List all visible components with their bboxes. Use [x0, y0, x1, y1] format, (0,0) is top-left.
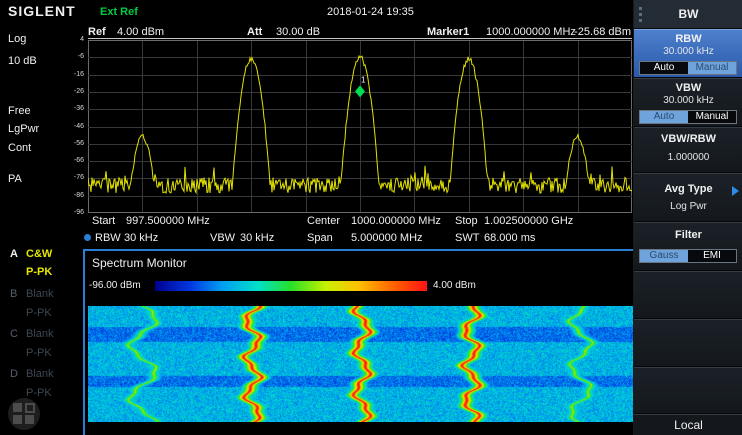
vbw-label: VBW	[634, 82, 742, 95]
filter-gauss-option[interactable]: Gauss	[640, 250, 688, 262]
center-freq-value[interactable]: 1000.000000 MHz	[351, 215, 441, 228]
avg-type-label: Avg Type	[634, 183, 742, 196]
trace-c-detector: P-PK	[26, 347, 52, 360]
ext-ref-status: Ext Ref	[100, 6, 138, 19]
analyzer-screen: SIGLENT Ext Ref 2018-01-24 19:35 Ref 4.0…	[0, 0, 742, 435]
trace-b-id: B	[10, 288, 17, 301]
colorbar-min-label: -96.00 dBm	[89, 279, 141, 292]
y-axis-tick: -56	[58, 140, 84, 148]
softkey-vbw[interactable]: VBW 30.000 kHz Auto Manual	[634, 78, 742, 126]
vbw-manual-option[interactable]: Manual	[688, 111, 736, 123]
vbw-value: 30.000 kHz	[634, 95, 742, 107]
stop-freq-label: Stop	[455, 215, 478, 228]
menu-title: BW	[679, 7, 699, 21]
swt-readout-label: SWT	[455, 232, 479, 245]
trace-a-detector: P-PK	[26, 266, 52, 279]
layout-square-selected-icon	[25, 403, 35, 413]
menu-grip-dots-icon	[639, 13, 642, 16]
submenu-arrow-icon	[732, 186, 739, 196]
ratio-label: VBW/RBW	[634, 133, 742, 146]
monitor-title: Spectrum Monitor	[92, 257, 187, 270]
softkey-vbw-rbw-ratio[interactable]: VBW/RBW 1.000000	[634, 127, 742, 172]
y-axis-tick: -66	[58, 157, 84, 165]
softkey-panel: BW RBW 30.000 kHz Auto Manual VBW 30.000…	[633, 0, 742, 435]
y-axis-tick: -6	[58, 53, 84, 61]
brand-logo: SIGLENT	[8, 5, 76, 18]
start-freq-value[interactable]: 997.500000 MHz	[126, 215, 210, 228]
window-layout-icon[interactable]	[8, 398, 40, 430]
y-axis-tick: 4	[58, 36, 84, 44]
vbw-auto-manual-toggle: Auto Manual	[639, 110, 737, 124]
vbw-readout-value[interactable]: 30 kHz	[240, 232, 274, 245]
colorbar-max-label: 4.00 dBm	[433, 279, 476, 292]
trace-b-detector: P-PK	[26, 307, 52, 320]
bullet-icon	[84, 234, 91, 241]
trace-d-type: Blank	[26, 368, 54, 381]
vbw-readout-label: VBW	[210, 232, 235, 245]
spectrum-display[interactable]: 1	[88, 40, 632, 213]
y-axis-tick: -26	[58, 88, 84, 96]
marker1-diamond-icon[interactable]	[355, 85, 365, 97]
swt-readout-value[interactable]: 68.000 ms	[484, 232, 535, 245]
trace-d-detector: P-PK	[26, 387, 52, 400]
y-axis-tick: -86	[58, 192, 84, 200]
marker1-number-label: 1	[361, 75, 366, 84]
softkey-avg-type[interactable]: Avg Type Log Pwr	[634, 173, 742, 221]
sidebar-avg-type: LgPwr	[8, 123, 39, 136]
y-axis-tick: -16	[58, 71, 84, 79]
rbw-auto-option[interactable]: Auto	[640, 62, 688, 74]
sidebar-trigger: Free	[8, 105, 31, 118]
softkey-empty-1[interactable]	[634, 271, 742, 318]
stop-freq-value[interactable]: 1.002500000 GHz	[484, 215, 573, 228]
y-axis-tick: -46	[58, 123, 84, 131]
monitor-window-border-top	[83, 249, 635, 251]
menu-grip-dots-icon	[639, 19, 642, 22]
trace-a-id: A	[10, 248, 18, 261]
colorbar-gradient	[155, 281, 427, 291]
monitor-window-border-left	[83, 249, 85, 435]
y-axis-tick: -36	[58, 105, 84, 113]
filter-emi-option[interactable]: EMI	[688, 250, 736, 262]
menu-header-bw: BW	[634, 0, 742, 28]
rbw-readout-label: RBW	[95, 232, 121, 245]
trace-c-type: Blank	[26, 328, 54, 341]
menu-grip-dots-icon	[639, 7, 642, 10]
rbw-value: 30.000 kHz	[634, 46, 742, 58]
avg-type-value: Log Pwr	[634, 201, 742, 213]
vbw-auto-option[interactable]: Auto	[640, 111, 688, 123]
rbw-label: RBW	[634, 33, 742, 46]
span-readout-label: Span	[307, 232, 333, 245]
trace-b-type: Blank	[26, 288, 54, 301]
sidebar-scale-div: 10 dB	[8, 55, 37, 68]
softkey-rbw[interactable]: RBW 30.000 kHz Auto Manual	[634, 29, 742, 77]
ratio-value: 1.000000	[634, 152, 742, 164]
layout-square-icon	[25, 415, 34, 424]
softkey-empty-2[interactable]	[634, 319, 742, 366]
y-axis-tick: -76	[58, 174, 84, 182]
meas-bar-divider	[88, 38, 632, 39]
local-button[interactable]: Local	[634, 414, 742, 435]
trace-d-id: D	[10, 368, 18, 381]
center-freq-label: Center	[307, 215, 340, 228]
sidebar-sweep-mode: Cont	[8, 142, 31, 155]
spectrogram-waterfall[interactable]	[88, 306, 635, 422]
sidebar-preamp: PA	[8, 173, 22, 186]
trace-c-id: C	[10, 328, 18, 341]
layout-square-icon	[13, 403, 22, 412]
sidebar-scale-type: Log	[8, 33, 26, 46]
softkey-filter[interactable]: Filter Gauss EMI	[634, 222, 742, 270]
trace-a-type: C&W	[26, 248, 52, 261]
datetime: 2018-01-24 19:35	[327, 6, 414, 19]
filter-label: Filter	[634, 229, 742, 242]
rbw-readout-value[interactable]: 30 kHz	[124, 232, 158, 245]
layout-square-icon	[13, 415, 22, 424]
filter-toggle: Gauss EMI	[639, 249, 737, 263]
span-readout-value[interactable]: 5.000000 MHz	[351, 232, 423, 245]
rbw-manual-option[interactable]: Manual	[688, 62, 736, 74]
rbw-auto-manual-toggle: Auto Manual	[639, 61, 737, 75]
softkey-empty-3[interactable]	[634, 367, 742, 413]
y-axis-tick: -96	[58, 209, 84, 217]
start-freq-label: Start	[92, 215, 115, 228]
